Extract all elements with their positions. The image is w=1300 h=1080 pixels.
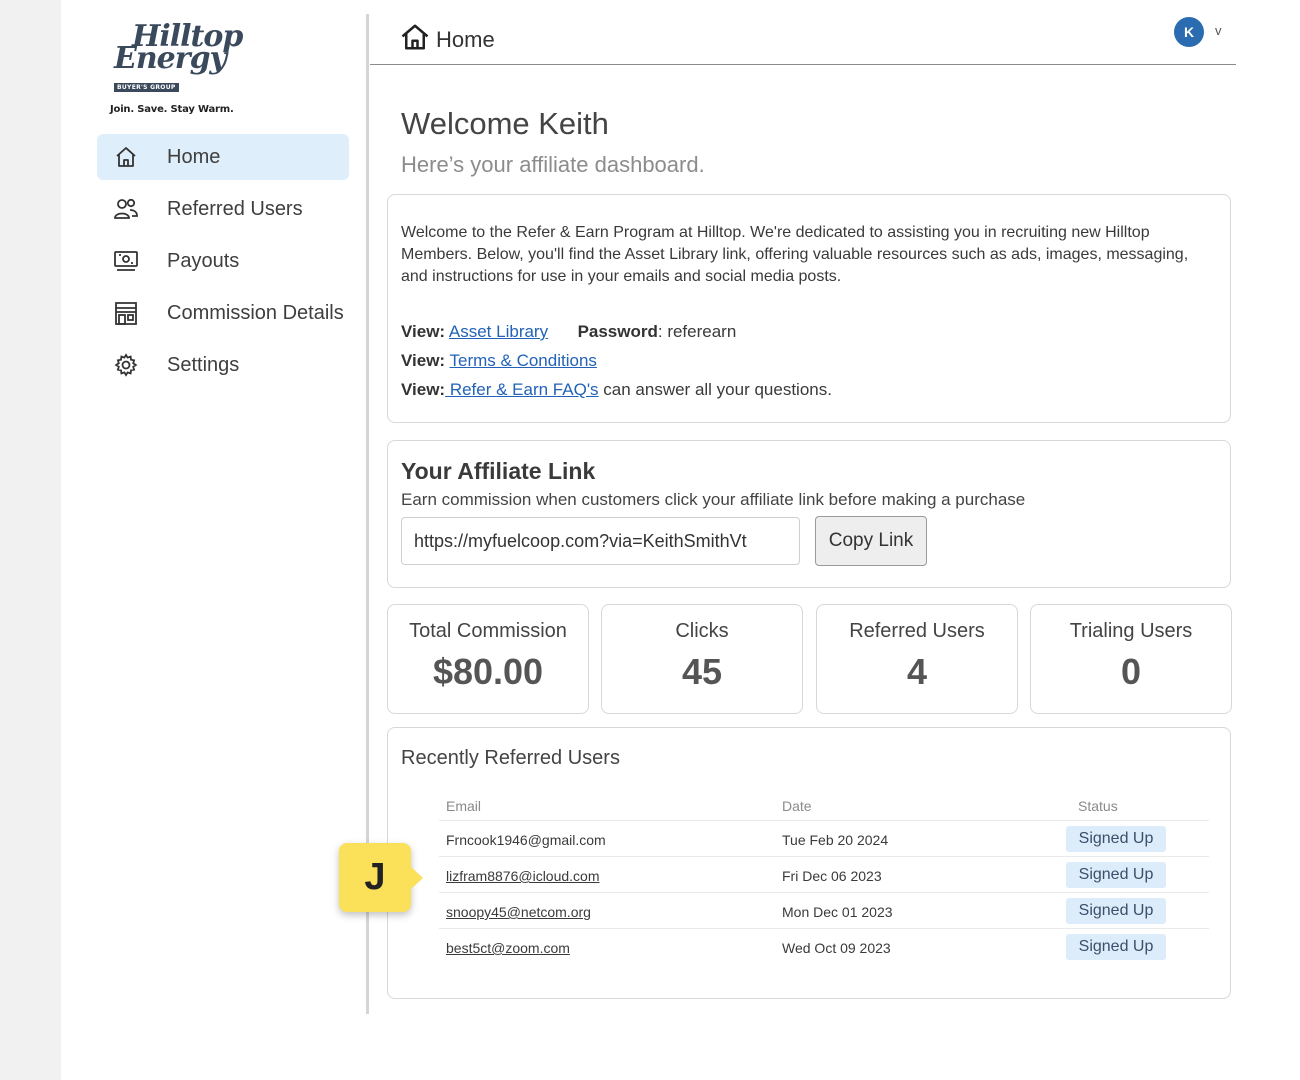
stat-label: Referred Users [849,620,985,642]
asset-library-link[interactable]: Asset Library [449,322,548,341]
row-email-link[interactable]: best5ct@zoom.com [446,940,570,956]
affiliate-link-card: Your Affiliate Link Earn commission when… [387,440,1231,588]
table-row: Frncook1946@gmail.com Tue Feb 20 2024 Si… [439,821,1209,857]
account-menu-caret[interactable]: v [1215,23,1222,38]
page: Hilltop Energy BUYER'S GROUP Join. Save.… [61,0,1300,1080]
sidebar-item-settings[interactable]: Settings [97,342,359,388]
view-label: View: [401,322,446,341]
home-icon [400,22,430,57]
sidebar-item-label: Commission Details [167,301,344,324]
page-title: Home [436,26,495,52]
stat-trialing-users: Trialing Users 0 [1030,604,1232,714]
header-home[interactable]: Home [400,22,495,57]
affiliate-description: Earn commission when customers click you… [401,490,1026,509]
logo-badge: BUYER'S GROUP [114,83,179,92]
affiliate-link-input[interactable] [401,517,800,565]
row-email: Frncook1946@gmail.com [446,832,606,848]
column-header-date: Date [782,798,812,814]
sidebar-item-label: Payouts [167,249,240,272]
referrals-table: Email Date Status Frncook1946@gmail.com … [439,788,1209,965]
recent-referrals-card: Recently Referred Users Email Date Statu… [387,727,1231,999]
password-value: : referearn [657,322,737,341]
row-date: Mon Dec 01 2023 [782,904,893,920]
status-badge: Signed Up [1066,934,1166,960]
terms-line: View: Terms & Conditions [401,351,597,371]
stat-value: $80.00 [432,651,544,692]
recent-referrals-title: Recently Referred Users [401,747,620,769]
money-icon [113,248,139,274]
logo-line2: Energy [114,41,227,76]
intro-text: Welcome to the Refer & Earn Program at H… [401,224,1189,285]
table-row: best5ct@zoom.com Wed Oct 09 2023 Signed … [439,929,1209,965]
welcome-title: Welcome Keith [401,106,609,141]
sidebar-item-commission-details[interactable]: Commission Details [97,290,359,336]
sidebar-nav: Home Referred Users Payouts Commission D… [97,134,359,394]
faq-link[interactable]: Refer & Earn FAQ's [445,380,599,399]
stat-referred-users: Referred Users 4 [816,604,1018,714]
stat-label: Clicks [675,620,729,642]
status-badge: Signed Up [1066,862,1166,888]
view-label: View: [401,380,446,399]
copy-link-button[interactable]: Copy Link [815,516,927,566]
annotation-callout: J [339,843,423,912]
row-email-link[interactable]: lizfram8876@icloud.com [446,868,600,884]
terms-link[interactable]: Terms & Conditions [450,351,597,370]
logo-wordmark: Hilltop Energy [110,22,243,76]
sidebar-item-label: Home [167,145,221,168]
top-bar: Home K v [370,14,1236,65]
stat-value: 4 [906,651,928,692]
stat-value: 45 [681,651,723,692]
asset-library-line: View: Asset Library Password: referearn [401,322,736,342]
brand-logo[interactable]: Hilltop Energy BUYER'S GROUP [110,22,243,92]
table-row: lizfram8876@icloud.com Fri Dec 06 2023 S… [439,857,1209,893]
stat-label: Total Commission [409,620,567,642]
status-badge: Signed Up [1066,826,1166,852]
password-label: Password [577,322,658,341]
sidebar-item-payouts[interactable]: Payouts [97,238,359,284]
status-badge: Signed Up [1066,898,1166,924]
affiliate-title: Your Affiliate Link [401,458,596,484]
row-date: Fri Dec 06 2023 [782,868,882,884]
row-date: Tue Feb 20 2024 [782,832,889,848]
brand-tagline: Join. Save. Stay Warm. [110,104,234,115]
table-row: snoopy45@netcom.org Mon Dec 01 2023 Sign… [439,893,1209,929]
gear-icon [113,352,139,378]
sidebar-item-label: Referred Users [167,197,303,220]
intro-card: Welcome to the Refer & Earn Program at H… [387,194,1231,423]
faq-line: View: Refer & Earn FAQ's can answer all … [401,380,832,400]
home-icon [113,144,139,170]
row-email-link[interactable]: snoopy45@netcom.org [446,904,591,920]
store-icon [113,300,139,326]
welcome-subtitle: Here’s your affiliate dashboard. [401,152,705,177]
table-header: Email Date Status [439,788,1209,821]
stat-clicks: Clicks 45 [601,604,803,714]
stat-total-commission: Total Commission $80.00 [387,604,589,714]
stat-value: 0 [1120,651,1142,692]
users-icon [113,196,139,222]
sidebar-item-label: Settings [167,353,240,376]
column-header-email: Email [446,798,482,814]
faq-suffix: can answer all your questions. [598,380,832,399]
row-date: Wed Oct 09 2023 [782,940,891,956]
stat-label: Trialing Users [1069,620,1193,642]
view-label: View: [401,351,446,370]
avatar[interactable]: K [1174,17,1204,47]
sidebar-item-referred-users[interactable]: Referred Users [97,186,359,232]
column-header-status: Status [1078,798,1118,814]
sidebar-item-home[interactable]: Home [97,134,349,180]
